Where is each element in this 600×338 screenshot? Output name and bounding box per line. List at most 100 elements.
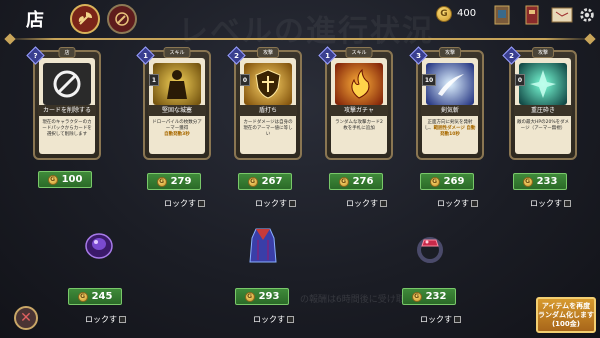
lock-toggle[interactable]: ロックす <box>420 314 461 325</box>
coin-icon: G <box>77 291 88 302</box>
gold-coin-icon: G <box>436 6 452 22</box>
coin-icon: G <box>244 291 255 302</box>
page-title: 店 <box>26 10 44 31</box>
price-value: 232 <box>425 291 447 302</box>
card-name: 重圧砕き <box>514 105 572 116</box>
card-heavy-crush[interactable]: 攻撃 2 0 重圧砕き 敵の最大HPの20%をダメージ（アーマー無視） <box>502 46 577 160</box>
lock-checkbox[interactable] <box>564 200 571 207</box>
price-value: 293 <box>258 291 280 302</box>
card-type-label: 攻撃 <box>256 47 280 58</box>
gear-icon[interactable] <box>578 4 596 26</box>
lock-toggle[interactable]: ロックす <box>85 314 126 325</box>
header-divider <box>8 38 592 40</box>
card-type-label: スキル <box>163 47 191 58</box>
lock-checkbox[interactable] <box>287 316 294 323</box>
price-button[interactable]: G 233 <box>513 173 567 190</box>
price-value: 269 <box>443 176 465 187</box>
ruby-ring-icon[interactable] <box>413 230 447 264</box>
coin-icon: G <box>338 176 349 187</box>
card-description: ドローパイルの枚数分アーマー獲得 自動発動3秒 <box>152 120 202 137</box>
lock-toggle[interactable]: ロックす <box>164 198 205 209</box>
gold-amount: 400 <box>457 8 477 19</box>
card-name: 攻撃ガチャ <box>330 105 388 116</box>
card-art <box>244 63 292 105</box>
coin-icon: G <box>156 176 167 187</box>
tab-axe[interactable] <box>70 4 100 34</box>
price-value: 245 <box>91 291 113 302</box>
lock-checkbox[interactable] <box>119 316 126 323</box>
lock-checkbox[interactable] <box>198 200 205 207</box>
axe-icon <box>78 12 92 25</box>
cloak-icon[interactable] <box>246 226 280 264</box>
card-side-badge: 10 <box>422 74 436 86</box>
lock-toggle[interactable]: ロックす <box>253 314 294 325</box>
price-value: 279 <box>170 176 192 187</box>
flame-spiral-icon <box>351 68 370 99</box>
lock-checkbox[interactable] <box>471 200 478 207</box>
card-side-badge: 0 <box>515 74 525 86</box>
background-watermark: レベルの進行状況 <box>178 14 434 49</box>
lock-toggle[interactable]: ロックす <box>346 198 387 209</box>
card-description: 正面方向に剣気を発射し、範囲性ダメージ 自動発動10秒 <box>424 120 476 137</box>
card-name: 剣気斬 <box>421 105 479 116</box>
divider-cap-left <box>4 33 16 45</box>
card-art <box>519 63 567 105</box>
card-description: 現在のキャラクターのカードパックからカードを選択して削除します <box>42 120 92 137</box>
price-button[interactable]: G 100 <box>38 171 92 188</box>
card-description: カードダメージは自身の現在のアーマー値に等しい <box>243 120 293 137</box>
card-type-label: 攻撃 <box>438 47 462 58</box>
coin-icon: G <box>411 291 422 302</box>
close-icon: ✕ <box>20 310 32 326</box>
card-attack-gacha[interactable]: スキル 1 攻撃ガチャ ランダムな攻撃カード2枚を手札に追加 <box>318 46 393 160</box>
coin-icon: G <box>247 176 258 187</box>
lock-checkbox[interactable] <box>289 200 296 207</box>
card-description: 敵の最大HPの20%をダメージ（アーマー無視） <box>517 120 569 131</box>
card-fortress[interactable]: スキル 1 1 堅固な城塞 ドローパイルの枚数分アーマー獲得 自動発動3秒 <box>136 46 211 160</box>
price-value: 233 <box>536 176 558 187</box>
card-side-badge: 0 <box>240 74 250 86</box>
card-description: ランダムな攻撃カード2枚を手札に追加 <box>335 120 383 131</box>
lock-toggle[interactable]: ロックす <box>530 198 571 209</box>
price-button[interactable]: G 276 <box>329 173 383 190</box>
price-button[interactable]: G 245 <box>68 288 122 305</box>
lock-checkbox[interactable] <box>454 316 461 323</box>
relic-hammer-icon <box>115 12 129 26</box>
coin-icon: G <box>429 176 440 187</box>
price-button[interactable]: G 267 <box>238 173 292 190</box>
shield-icon <box>255 69 281 99</box>
coin-icon: G <box>47 174 58 185</box>
reroll-label-1: アイテムを再度 <box>541 302 591 310</box>
price-value: 100 <box>61 174 83 185</box>
card-type-label: スキル <box>345 47 373 58</box>
lock-checkbox[interactable] <box>380 200 387 207</box>
map-icon[interactable] <box>550 4 574 26</box>
card-name: 盾打ち <box>239 105 297 116</box>
card-art <box>335 63 383 105</box>
book-icon[interactable] <box>522 4 542 26</box>
prohibit-icon <box>53 70 81 98</box>
price-value: 276 <box>352 176 374 187</box>
tab-relic[interactable] <box>107 4 137 34</box>
price-button[interactable]: G 279 <box>147 173 201 190</box>
card-remove[interactable]: 店 ? カードを削除する 現在のキャラクターのカードパックからカードを選択して削… <box>26 46 101 160</box>
price-button[interactable]: G 232 <box>402 288 456 305</box>
price-value: 267 <box>261 176 283 187</box>
price-button[interactable]: G 269 <box>420 173 474 190</box>
purple-gauntlet-icon[interactable] <box>82 228 116 262</box>
deck-icon[interactable] <box>492 4 512 26</box>
slash-icon <box>438 74 464 96</box>
card-art <box>43 63 91 105</box>
lock-toggle[interactable]: ロックす <box>437 198 478 209</box>
crystal-burst-icon <box>530 70 556 98</box>
card-name: カードを削除する <box>38 105 96 116</box>
close-button[interactable]: ✕ <box>14 306 38 330</box>
lock-toggle[interactable]: ロックす <box>255 198 296 209</box>
card-type-label: 店 <box>58 47 76 58</box>
armored-figure-icon <box>167 70 187 99</box>
price-button[interactable]: G 293 <box>235 288 289 305</box>
coin-icon: G <box>522 176 533 187</box>
card-shield-bash[interactable]: 攻撃 2 0 盾打ち カードダメージは自身の現在のアーマー値に等しい <box>227 46 302 160</box>
card-name: 堅固な城塞 <box>148 105 206 116</box>
reroll-button[interactable]: アイテムを再度 ランダム化します (100金) <box>536 297 596 333</box>
card-sword-qi[interactable]: 攻撃 3 10 剣気斬 正面方向に剣気を発射し、範囲性ダメージ 自動発動10秒 <box>409 46 484 160</box>
